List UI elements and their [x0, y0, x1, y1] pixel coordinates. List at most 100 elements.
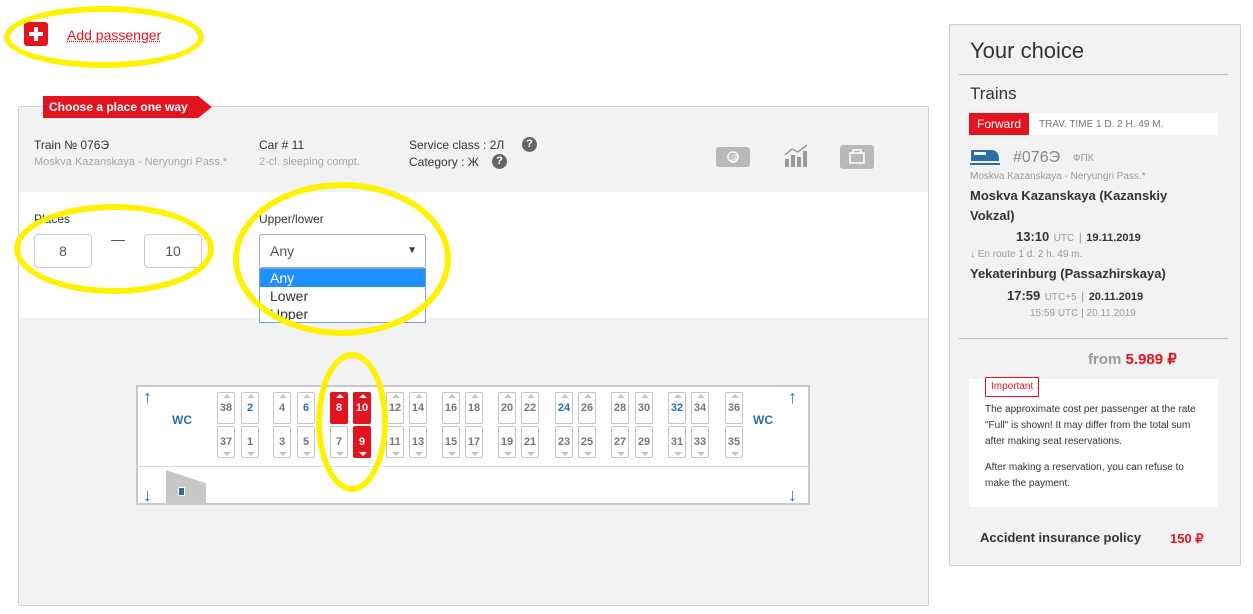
- help-icon[interactable]: ?: [522, 137, 537, 152]
- seat-5[interactable]: 5: [297, 426, 315, 458]
- seat-number: 8: [335, 402, 343, 414]
- seat-7[interactable]: 7: [330, 426, 348, 458]
- arrival-tz: UTC+5: [1044, 292, 1077, 303]
- seat-up-marker-icon: [223, 394, 231, 398]
- insurance-label: Accident insurance policy: [980, 530, 1142, 545]
- seat-35[interactable]: 35: [725, 426, 743, 458]
- seat-number: 17: [467, 436, 481, 448]
- seat-19[interactable]: 19: [498, 426, 516, 458]
- seat-9[interactable]: 9: [353, 426, 371, 458]
- seat-1[interactable]: 1: [241, 426, 259, 458]
- seat-8[interactable]: 8: [330, 392, 348, 424]
- seat-number: 24: [557, 402, 571, 414]
- seat-32[interactable]: 32: [668, 392, 686, 424]
- arrow-up-icon: ↑: [788, 387, 797, 407]
- seat-18[interactable]: 18: [465, 392, 483, 424]
- seat-16[interactable]: 16: [442, 392, 460, 424]
- direction-badge: Forward: [969, 113, 1030, 135]
- en-route-duration: En route 1 d. 2 h. 49 m.: [977, 249, 1083, 260]
- option-upper[interactable]: Upper: [260, 305, 425, 323]
- seat-17[interactable]: 17: [465, 426, 483, 458]
- seat-up-marker-icon: [504, 394, 512, 398]
- seat-3[interactable]: 3: [273, 426, 291, 458]
- chart-icon: [783, 143, 809, 169]
- seat-15[interactable]: 15: [442, 426, 460, 458]
- seat-down-marker-icon: [223, 452, 231, 456]
- seat-down-marker-icon: [392, 452, 400, 456]
- seat-down-marker-icon: [448, 452, 456, 456]
- arrival-utc-date: 20.11.2019: [1086, 308, 1136, 319]
- seat-37[interactable]: 37: [217, 426, 235, 458]
- arrow-down-icon: ↓: [788, 485, 797, 505]
- seat-number: 25: [580, 436, 594, 448]
- arrival-utc-label: UTC: [1057, 308, 1079, 319]
- seat-22[interactable]: 22: [521, 392, 539, 424]
- seat-number: 2: [246, 402, 254, 414]
- seat-up-marker-icon: [392, 394, 400, 398]
- seat-29[interactable]: 29: [635, 426, 653, 458]
- seat-number: 12: [388, 402, 402, 414]
- seat-13[interactable]: 13: [409, 426, 427, 458]
- places-label: Places: [34, 212, 71, 226]
- seat-31[interactable]: 31: [668, 426, 686, 458]
- seat-up-marker-icon: [641, 394, 649, 398]
- seat-down-marker-icon: [561, 452, 569, 456]
- seat-23[interactable]: 23: [555, 426, 573, 458]
- places-to-input[interactable]: 10: [144, 234, 202, 268]
- bin-icon: [178, 487, 185, 496]
- important-label: Important: [985, 377, 1040, 397]
- direction-tag: Choose a place one way: [43, 96, 212, 118]
- seat-28[interactable]: 28: [611, 392, 629, 424]
- seat-number: 23: [557, 436, 571, 448]
- seat-number: 28: [613, 402, 627, 414]
- add-passenger-icon[interactable]: [24, 22, 48, 46]
- seat-number: 38: [219, 402, 233, 414]
- car-type: 2-cl. sleeping compt.: [259, 156, 360, 168]
- seat-20[interactable]: 20: [498, 392, 516, 424]
- seat-number: 6: [302, 402, 310, 414]
- seat-number: 13: [411, 436, 425, 448]
- seat-21[interactable]: 21: [521, 426, 539, 458]
- places-from-input[interactable]: 8: [34, 234, 92, 268]
- arrival-time: 17:59: [1007, 288, 1041, 303]
- price-row: from 5.989 ₽: [1088, 350, 1177, 368]
- seat-30[interactable]: 30: [635, 392, 653, 424]
- seat-34[interactable]: 34: [691, 392, 709, 424]
- seat-number: 10: [355, 402, 369, 414]
- train-route: Moskva Kazanskaya - Neryungri Pass.*: [34, 156, 228, 168]
- seat-36[interactable]: 36: [725, 392, 743, 424]
- seat-24[interactable]: 24: [555, 392, 573, 424]
- seat-38[interactable]: 38: [217, 392, 235, 424]
- departure-date: 19.11.2019: [1086, 232, 1141, 244]
- seat-11[interactable]: 11: [386, 426, 404, 458]
- seat-number: 21: [523, 436, 537, 448]
- seat-33[interactable]: 33: [691, 426, 709, 458]
- seat-27[interactable]: 27: [611, 426, 629, 458]
- seat-4[interactable]: 4: [273, 392, 291, 424]
- option-lower[interactable]: Lower: [260, 287, 425, 305]
- seat-10[interactable]: 10: [353, 392, 371, 424]
- arrow-down-icon: ↓: [970, 249, 975, 260]
- option-any[interactable]: Any: [260, 269, 425, 287]
- seat-number: 5: [302, 436, 310, 448]
- upper-lower-select[interactable]: Any ▼: [259, 234, 426, 268]
- seat-down-marker-icon: [336, 452, 344, 456]
- seat-number: 27: [613, 436, 627, 448]
- svg-text:@: @: [730, 153, 738, 162]
- seat-6[interactable]: 6: [297, 392, 315, 424]
- seat-25[interactable]: 25: [578, 426, 596, 458]
- seat-12[interactable]: 12: [386, 392, 404, 424]
- seat-number: 32: [670, 402, 684, 414]
- upper-lower-label: Upper/lower: [259, 212, 324, 226]
- seat-2[interactable]: 2: [241, 392, 259, 424]
- seat-26[interactable]: 26: [578, 392, 596, 424]
- seat-number: 30: [637, 402, 651, 414]
- seat-up-marker-icon: [584, 394, 592, 398]
- seat-number: 36: [727, 402, 741, 414]
- add-passenger-link[interactable]: Add passenger: [67, 27, 161, 43]
- help-icon[interactable]: ?: [492, 154, 507, 169]
- seat-14[interactable]: 14: [409, 392, 427, 424]
- chevron-down-icon: ▼: [407, 245, 417, 256]
- car-corridor: [136, 466, 810, 467]
- seat-up-marker-icon: [471, 394, 479, 398]
